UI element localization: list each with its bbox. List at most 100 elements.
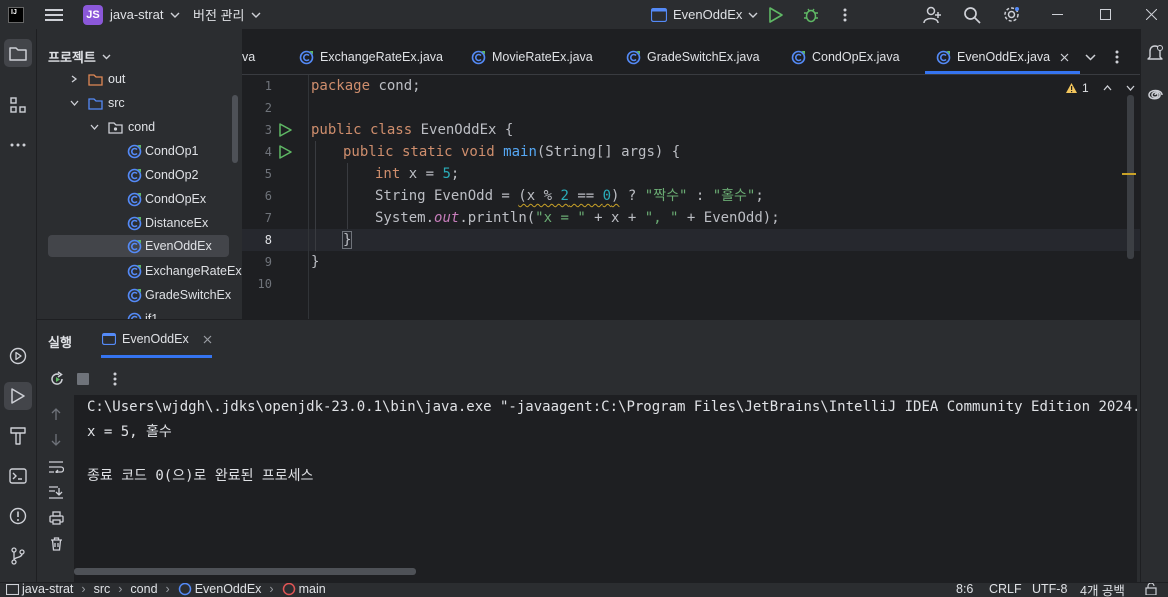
structure-tool-button[interactable]	[4, 91, 32, 119]
run-tool-button[interactable]	[4, 382, 32, 410]
more-vertical-icon	[1115, 50, 1119, 64]
tree-item-class-selected[interactable]: EvenOddEx	[48, 235, 229, 257]
maximize-button[interactable]	[1100, 0, 1111, 29]
scroll-up-button[interactable]	[47, 405, 65, 423]
console-horizontal-scrollbar[interactable]	[74, 568, 416, 575]
project-selector[interactable]: JS java-strat	[83, 0, 180, 29]
main-menu-button[interactable]	[45, 0, 63, 29]
more-actions-button[interactable]	[843, 0, 847, 29]
editor-tab-bar: va ExchangeRateEx.java MovieRateEx.java …	[242, 40, 1140, 75]
tree-item-cond[interactable]: cond	[90, 116, 155, 138]
excluded-folder-icon	[88, 73, 103, 86]
folder-icon	[9, 46, 27, 61]
readonly-toggle[interactable]	[1145, 583, 1157, 597]
breadcrumb-project[interactable]: java-strat	[22, 583, 73, 596]
java-class-icon	[791, 50, 806, 64]
stop-icon[interactable]	[77, 373, 89, 385]
tab-gradeswitchex[interactable]: GradeSwitchEx.java	[626, 40, 760, 74]
app-logo[interactable]: IJ	[8, 0, 24, 29]
breadcrumb-src[interactable]: src	[94, 583, 111, 596]
java-class-icon	[299, 50, 314, 64]
tree-item-class[interactable]: ExchangeRateEx	[127, 260, 242, 282]
tree-item-class[interactable]: if1	[127, 308, 158, 319]
chevron-down-icon[interactable]	[1126, 85, 1135, 91]
run-main-gutter-icon[interactable]	[279, 145, 292, 159]
tab-more-button[interactable]	[1115, 40, 1119, 74]
java-class-icon	[127, 144, 142, 158]
warning-highlight[interactable]: (x % 2 == 0)	[518, 188, 619, 204]
java-class-icon	[471, 50, 486, 64]
run-class-gutter-icon[interactable]	[279, 123, 292, 137]
chevron-up-icon[interactable]	[1103, 85, 1112, 91]
line-number: 4	[264, 145, 272, 159]
project-panel-header[interactable]: 프로젝트	[48, 47, 111, 66]
line-separator[interactable]: CRLF	[989, 583, 1022, 597]
tree-item-class[interactable]: CondOp2	[127, 164, 199, 186]
close-tab-icon[interactable]	[203, 335, 212, 344]
debug-button[interactable]	[803, 0, 819, 29]
run-tab-evenoddex[interactable]: EvenOddEx	[101, 323, 212, 358]
git-tool-button[interactable]	[4, 542, 32, 570]
more-tools-button[interactable]	[4, 131, 32, 159]
build-tool-button[interactable]	[4, 422, 32, 450]
java-class-icon	[127, 192, 142, 206]
console-output[interactable]: C:\Users\wjdgh\.jdks\openjdk-23.0.1\bin\…	[74, 395, 1137, 583]
breadcrumb-method[interactable]: main	[299, 583, 326, 596]
run-config-name: EvenOddEx	[673, 7, 743, 22]
run-config-selector[interactable]: EvenOddEx	[651, 0, 758, 29]
services-tool-button[interactable]	[4, 342, 32, 370]
inspection-widget[interactable]: 1	[1065, 81, 1135, 95]
tree-item-src[interactable]: src	[70, 92, 125, 114]
run-button[interactable]	[769, 0, 783, 29]
tab-exchangerateex[interactable]: ExchangeRateEx.java	[299, 40, 443, 74]
source-folder-icon	[88, 97, 103, 110]
more-vertical-icon[interactable]	[113, 372, 117, 386]
tree-item-class[interactable]: GradeSwitchEx	[127, 284, 231, 306]
notifications-button[interactable]	[1141, 39, 1168, 67]
module-icon	[6, 583, 19, 595]
project-name: java-strat	[110, 7, 164, 22]
scroll-down-button[interactable]	[47, 431, 65, 449]
print-button[interactable]	[47, 509, 65, 527]
ai-assistant-button[interactable]	[1141, 81, 1168, 109]
tab-partial[interactable]: va	[242, 40, 255, 74]
scroll-to-end-button[interactable]	[47, 483, 65, 501]
tree-item-class[interactable]: DistanceEx	[127, 212, 208, 234]
file-encoding[interactable]: UTF-8	[1032, 583, 1067, 597]
tree-item-label: DistanceEx	[145, 216, 209, 230]
tree-item-class[interactable]: CondOpEx	[127, 188, 206, 210]
tab-evenoddex[interactable]: EvenOddEx.java	[925, 40, 1081, 74]
add-user-button[interactable]	[923, 0, 942, 29]
editor-scrollbar[interactable]	[1127, 95, 1134, 259]
tree-item-out[interactable]: out	[70, 68, 125, 90]
project-tool-button[interactable]	[4, 39, 32, 67]
tab-movierateex[interactable]: MovieRateEx.java	[471, 40, 593, 74]
breadcrumb-class[interactable]: EvenOddEx	[195, 583, 262, 596]
java-class-icon	[626, 50, 641, 64]
search-button[interactable]	[963, 0, 981, 29]
tree-item-class[interactable]: CondOp1	[127, 140, 199, 162]
clear-console-button[interactable]	[47, 535, 65, 553]
close-window-button[interactable]	[1146, 0, 1157, 29]
soft-wrap-button[interactable]	[47, 458, 65, 476]
breadcrumb-package[interactable]: cond	[130, 583, 157, 596]
vcs-menu[interactable]: 버전 관리	[193, 0, 261, 29]
tab-condopex[interactable]: CondOpEx.java	[791, 40, 900, 74]
problems-tool-button[interactable]	[4, 502, 32, 530]
run-tab-label: EvenOddEx	[122, 332, 189, 346]
warning-stripe-marker[interactable]	[1122, 173, 1136, 175]
run-panel-title: 실행	[48, 335, 72, 350]
minimize-button[interactable]	[1052, 0, 1063, 29]
indent-setting[interactable]: 4개 공백	[1080, 583, 1125, 597]
line-number: 1	[264, 79, 272, 93]
rerun-icon[interactable]	[49, 371, 65, 387]
tab-list-button[interactable]	[1085, 40, 1096, 74]
breadcrumb: java-strat › src › cond › EvenOddEx › ma…	[6, 583, 326, 597]
caret-position[interactable]: 8:6	[956, 583, 973, 597]
trash-icon	[50, 537, 62, 551]
terminal-tool-button[interactable]	[4, 462, 32, 490]
code-editor[interactable]: 1 2 3 4 5 6 7 8 9 10 package cond; publi…	[242, 75, 1140, 319]
project-tree-scrollbar[interactable]	[232, 95, 238, 163]
close-tab-icon[interactable]	[1060, 53, 1069, 62]
settings-button[interactable]	[1002, 0, 1021, 29]
